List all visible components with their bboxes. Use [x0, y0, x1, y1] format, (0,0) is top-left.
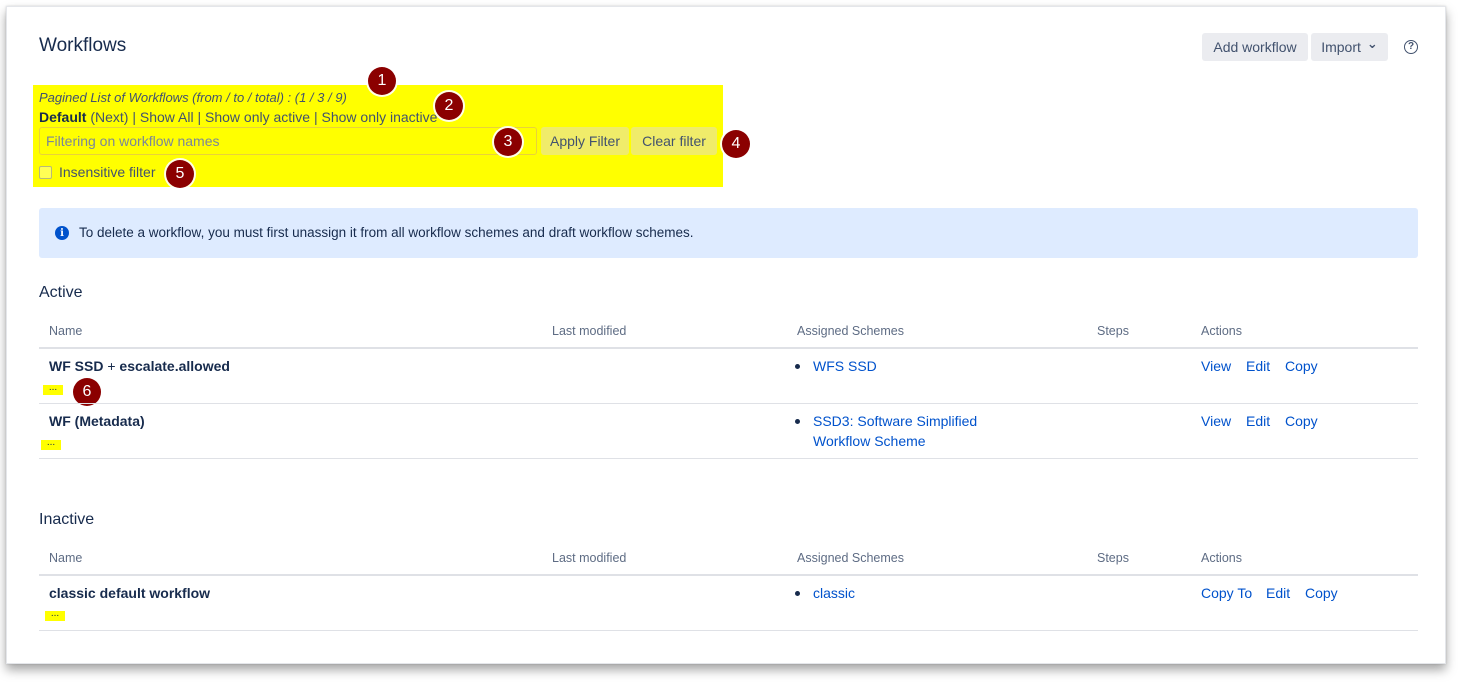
edit-link[interactable]: Edit [1246, 358, 1270, 374]
info-text: To delete a workflow, you must first una… [79, 225, 694, 240]
column-assigned-schemes: Assigned Schemes [797, 551, 905, 565]
row-divider [39, 403, 1418, 404]
workflows-panel: Workflows Add workflow Import ⌄ ? Pagine… [6, 6, 1446, 664]
column-last-modified: Last modified [552, 324, 627, 338]
table-header-divider [39, 347, 1418, 349]
scheme-link[interactable]: classic [813, 585, 855, 601]
workflow-name-part: escalate.allowed [119, 358, 230, 374]
annotation-marker-2: 2 [435, 92, 463, 120]
view-link[interactable]: View [1201, 413, 1231, 429]
copy-link[interactable]: Copy [1285, 358, 1318, 374]
separator: | [132, 109, 136, 125]
annotation-marker-6: 6 [73, 378, 101, 406]
scheme-bullet [795, 419, 800, 424]
view-link[interactable]: View [1201, 358, 1231, 374]
annotation-marker-1: 1 [368, 67, 396, 95]
column-steps: Steps [1097, 324, 1129, 338]
edit-link[interactable]: Edit [1266, 585, 1290, 601]
default-link[interactable]: Default [39, 109, 86, 125]
active-heading: Active [39, 284, 83, 301]
scheme-link[interactable]: WFS SSD [813, 358, 877, 374]
column-name: Name [49, 324, 83, 338]
import-button[interactable]: Import ⌄ [1311, 33, 1388, 61]
workflow-description-dots[interactable]: ... [45, 611, 65, 621]
clear-filter-button[interactable]: Clear filter [631, 127, 717, 155]
workflow-name-plus: + [107, 358, 116, 374]
annotation-marker-5: 5 [166, 160, 194, 188]
separator: | [313, 109, 318, 125]
help-icon[interactable]: ? [1404, 40, 1418, 54]
paged-list-info: Pagined List of Workflows (from / to / t… [39, 90, 347, 105]
column-last-modified: Last modified [552, 551, 627, 565]
row-divider [39, 630, 1418, 631]
separator: | [197, 109, 202, 125]
scheme-bullet [795, 364, 800, 369]
insensitive-filter-label: Insensitive filter [59, 164, 156, 180]
table-header-divider [39, 574, 1418, 576]
column-assigned-schemes: Assigned Schemes [797, 324, 905, 338]
column-actions: Actions [1201, 551, 1242, 565]
filter-links: Default (Next) | Show All | Show only ac… [39, 109, 437, 125]
scheme-link-line: Workflow Scheme [813, 433, 926, 449]
row-divider [39, 458, 1418, 459]
workflow-description-dots[interactable]: ... [41, 440, 61, 450]
copy-link[interactable]: Copy [1305, 585, 1338, 601]
apply-filter-button[interactable]: Apply Filter [541, 127, 629, 155]
copy-to-link[interactable]: Copy To [1201, 585, 1252, 601]
insensitive-filter-checkbox[interactable] [39, 166, 52, 179]
column-steps: Steps [1097, 551, 1129, 565]
column-actions: Actions [1201, 324, 1242, 338]
workflow-filter-input[interactable] [39, 127, 537, 155]
edit-link[interactable]: Edit [1246, 413, 1270, 429]
info-icon: i [55, 226, 69, 240]
chevron-down-icon: ⌄ [1366, 36, 1378, 51]
inactive-heading: Inactive [39, 511, 95, 528]
scheme-link-line: SSD3: Software Simplified [813, 413, 978, 429]
import-label: Import [1321, 39, 1361, 55]
info-banner: i To delete a workflow, you must first u… [39, 208, 1418, 258]
scheme-link[interactable]: SSD3: Software Simplified Workflow Schem… [813, 411, 977, 451]
show-all-link[interactable]: Show All [140, 109, 194, 125]
workflow-name: classic default workflow [49, 585, 211, 601]
workflow-name-part: WF SSD [49, 358, 104, 374]
annotation-marker-4: 4 [722, 130, 750, 158]
page-title: Workflows [39, 35, 127, 56]
show-inactive-link[interactable]: Show only inactive [322, 109, 438, 125]
copy-link[interactable]: Copy [1285, 413, 1318, 429]
annotation-marker-3: 3 [494, 128, 522, 156]
workflow-name: WF (Metadata) [49, 413, 145, 429]
scheme-bullet [795, 591, 800, 596]
next-link[interactable]: (Next) [90, 109, 128, 125]
workflow-description-dots[interactable]: ... [43, 385, 63, 395]
column-name: Name [49, 551, 83, 565]
workflow-name: WF SSD + escalate.allowed [49, 358, 230, 374]
show-active-link[interactable]: Show only active [205, 109, 310, 125]
add-workflow-button[interactable]: Add workflow [1202, 33, 1308, 61]
